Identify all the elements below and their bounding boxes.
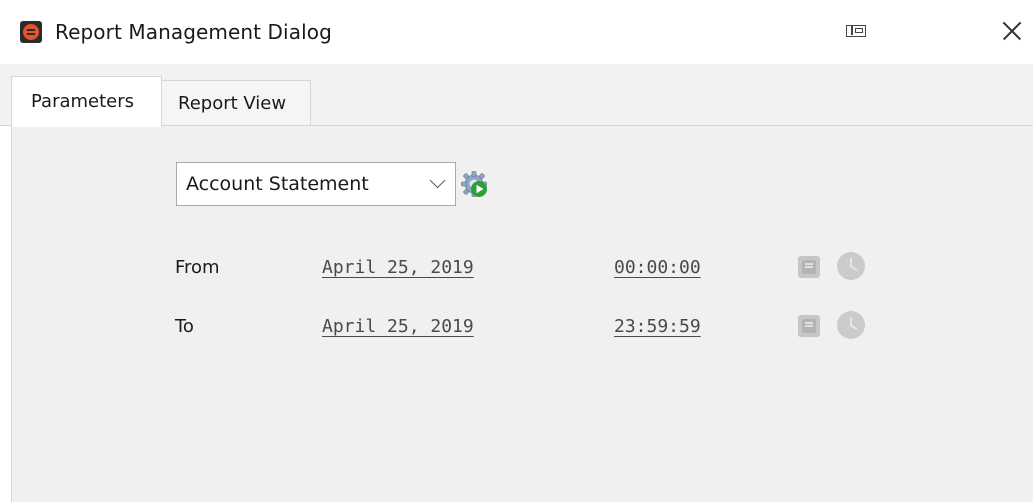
from-calendar-icon[interactable] xyxy=(798,256,820,278)
to-label: To xyxy=(175,316,194,337)
to-time-link[interactable]: 23:59:59 xyxy=(614,316,701,337)
from-clock-icon[interactable] xyxy=(837,252,865,280)
tab-report-view-label: Report View xyxy=(178,93,287,114)
title-bar: Report Management Dialog xyxy=(0,0,1033,64)
tab-report-view[interactable]: Report View xyxy=(162,80,311,126)
from-label: From xyxy=(175,257,220,278)
parameters-panel: Account Statement From April 25, 2019 00… xyxy=(11,126,1033,502)
report-type-value: Account Statement xyxy=(186,173,369,195)
tab-parameters[interactable]: Parameters xyxy=(11,76,162,127)
to-clock-icon[interactable] xyxy=(837,311,865,339)
to-calendar-icon[interactable] xyxy=(798,315,820,337)
restore-window-button[interactable] xyxy=(836,18,880,46)
tab-parameters-label: Parameters xyxy=(31,91,135,112)
tab-strip: Parameters Report View xyxy=(0,64,1033,127)
run-report-gear-icon xyxy=(461,171,487,197)
window-title: Report Management Dialog xyxy=(55,20,332,44)
from-time-link[interactable]: 00:00:00 xyxy=(614,257,701,278)
report-management-dialog: Report Management Dialog Parameters Repo… xyxy=(0,0,1033,502)
to-date-link[interactable]: April 25, 2019 xyxy=(322,316,474,337)
app-logo-icon xyxy=(20,21,42,43)
from-date-link[interactable]: April 25, 2019 xyxy=(322,257,474,278)
restore-window-icon xyxy=(846,25,866,37)
report-type-select[interactable]: Account Statement xyxy=(176,162,456,206)
chevron-down-icon xyxy=(429,172,446,189)
run-report-button[interactable] xyxy=(460,170,490,200)
close-button[interactable] xyxy=(996,16,1026,46)
